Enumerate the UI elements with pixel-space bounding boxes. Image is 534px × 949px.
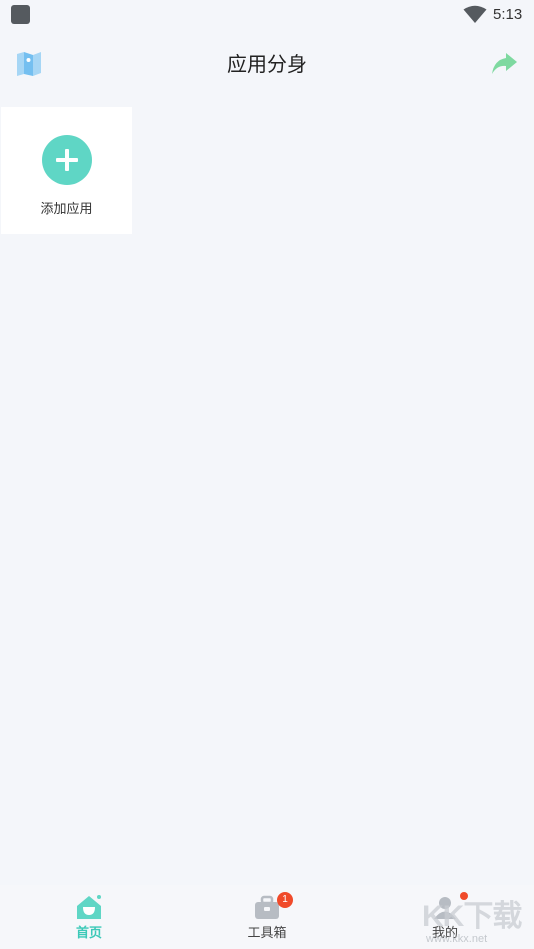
watermark-brand: KK下载 <box>422 900 522 933</box>
add-app-label: 添加应用 <box>40 202 93 217</box>
add-app-tile[interactable]: 添加应用 <box>1 107 132 234</box>
share-arrow-icon[interactable] <box>490 49 518 77</box>
home-icon <box>77 895 101 919</box>
status-bar: 5:13 <box>0 0 534 30</box>
nav-label-home: 首页 <box>75 926 102 941</box>
watermark-url: www.kkx.net <box>426 933 488 945</box>
status-time: 5:13 <box>493 6 523 23</box>
nav-label-toolbox: 工具箱 <box>247 926 287 941</box>
watermark: KK下载 www.kkx.net <box>414 889 534 947</box>
page-title: 应用分身 <box>227 52 307 76</box>
nav-item-home[interactable]: 首页 <box>0 885 178 949</box>
header: 应用分身 <box>0 30 534 98</box>
nav-item-toolbox[interactable]: 1 工具箱 <box>178 885 356 949</box>
add-circle-icon[interactable] <box>42 135 92 185</box>
toolbox-badge: 1 <box>277 892 293 908</box>
wifi-icon <box>463 5 487 23</box>
app-notification-icon <box>11 5 30 24</box>
